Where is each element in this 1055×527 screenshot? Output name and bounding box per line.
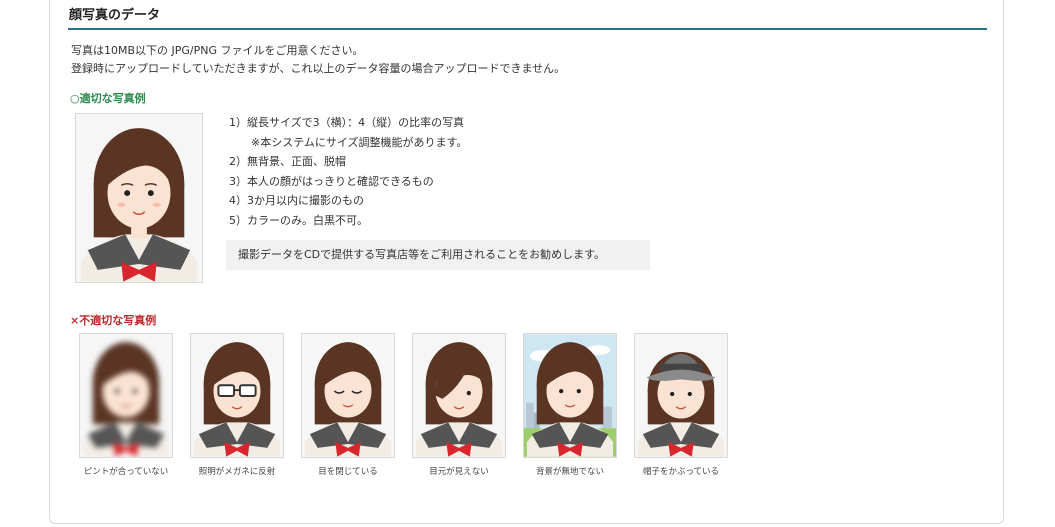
rule-item: 1）縦長サイズで3（横）：4（縦）の比率の写真	[229, 116, 465, 129]
good-portrait-illustration	[76, 114, 202, 282]
bad-caption-closed-eyes: 目を閉じている	[318, 467, 378, 477]
intro-line-2: 登録時にアップロードしていただきますが、これ以上のデータ容量の場合アップロードで…	[71, 62, 566, 75]
title-divider	[68, 28, 987, 30]
good-example-photo	[75, 113, 203, 283]
bad-caption-bangs: 目元が見えない	[429, 467, 489, 477]
glasses-glare-portrait-illustration	[191, 334, 283, 457]
bad-example-photo-glasses	[190, 333, 284, 458]
photo-rules-list: 1）縦長サイズで3（横）：4（縦）の比率の写真 ※本システムにサイズ調整機能があ…	[229, 113, 467, 230]
bad-example-photo-blur	[79, 333, 173, 458]
bad-caption-glasses: 照明がメガネに反射	[198, 467, 276, 477]
bad-caption-hat: 帽子をかぶっている	[642, 467, 720, 477]
bad-caption-blur: ピントが合っていない	[83, 467, 169, 477]
hidden-eyes-portrait-illustration	[413, 334, 505, 457]
rule-item: 5）カラーのみ。白黒不可。	[229, 213, 368, 227]
rule-note: ※本システムにサイズ調整機能があります。	[251, 135, 468, 149]
closed-eyes-portrait-illustration	[302, 334, 394, 457]
bad-example-photo-bangs	[412, 333, 506, 458]
rule-item: 2）無背景、正面、脱帽	[229, 155, 346, 168]
bad-caption-background: 背景が無地でない	[535, 467, 604, 477]
busy-background-portrait-illustration	[524, 334, 616, 457]
bad-example-label: ×不適切な写真例	[70, 314, 157, 327]
rule-item: 4）3か月以内に撮影のもの	[229, 194, 364, 207]
bad-example-photo-closed-eyes	[301, 333, 395, 458]
rule-item: 3）本人の顔がはっきりと確認できるもの	[229, 174, 434, 188]
bad-example-photo-hat	[634, 333, 728, 458]
intro-line-1: 写真は10MB以下の JPG/PNG ファイルをご用意ください。	[71, 44, 364, 57]
wearing-hat-portrait-illustration	[635, 334, 727, 457]
intro-text: 写真は10MB以下の JPG/PNG ファイルをご用意ください。 登録時にアップ…	[71, 42, 565, 78]
section-title: 顔写真のデータ	[69, 8, 161, 23]
blurry-portrait-illustration	[80, 334, 172, 457]
advice-box: 撮影データをCDで提供する写真店等をご利用されることをお勧めします。	[226, 240, 650, 270]
good-example-label: ○適切な写真例	[70, 92, 146, 105]
bad-example-photo-background	[523, 333, 617, 458]
